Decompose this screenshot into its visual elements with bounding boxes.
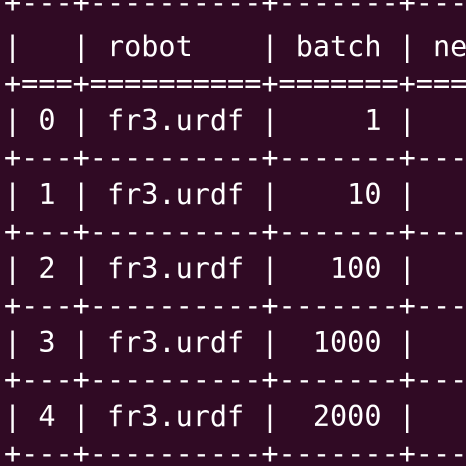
table-row-border: +---+----------+-------+-----	[4, 141, 466, 174]
terminal-output[interactable]: +---+----------+-------+----- | | robot …	[0, 0, 466, 466]
table-row: | 0 | fr3.urdf | 1 |	[4, 104, 416, 137]
table-border-top: +---+----------+-------+-----	[4, 0, 466, 19]
table-row: | 2 | fr3.urdf | 100 |	[4, 252, 416, 285]
table-row: | 4 | fr3.urdf | 2000 |	[4, 400, 416, 433]
table-row-border: +---+----------+-------+-----	[4, 215, 466, 248]
table-row: | 1 | fr3.urdf | 10 |	[4, 178, 416, 211]
table-row: | 3 | fr3.urdf | 1000 |	[4, 326, 416, 359]
table-header-row: | | robot | batch | new	[4, 30, 466, 63]
table-border-bottom: +---+----------+-------+-----	[4, 437, 466, 466]
table-row-border: +---+----------+-------+-----	[4, 363, 466, 396]
table-row-border: +---+----------+-------+-----	[4, 289, 466, 322]
table-header-separator: +===+==========+=======+=====	[4, 67, 466, 100]
